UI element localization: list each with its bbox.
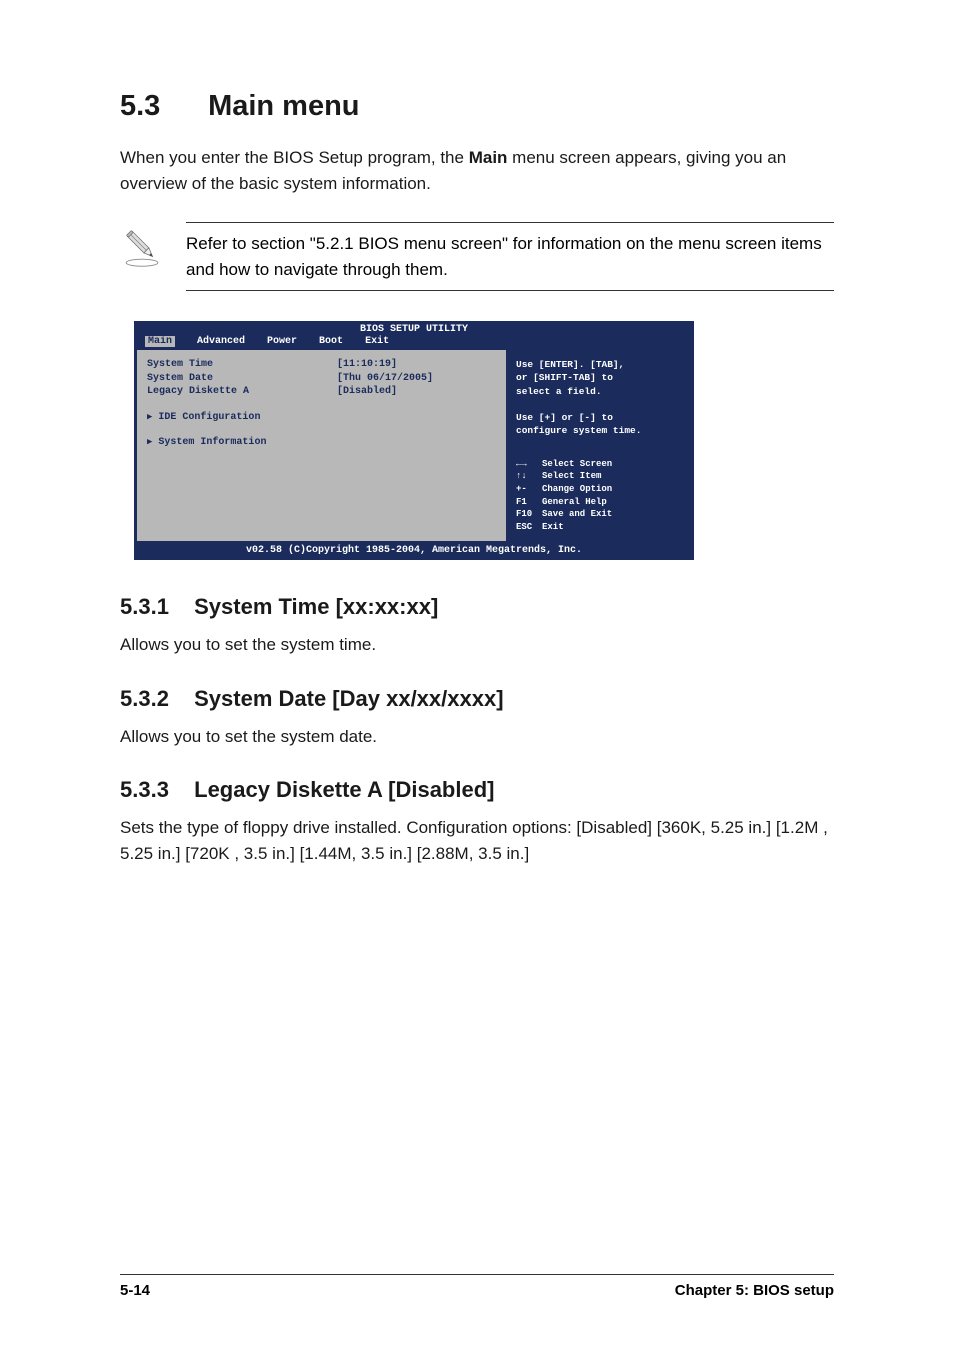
bios-help-bottom: ←→ Select Screen ↑↓ Select Item +- Change O… [516, 458, 681, 534]
bios-value: [Disabled] [337, 385, 496, 399]
bios-label: System Time [147, 358, 337, 372]
help-line [516, 398, 681, 411]
subheading-system-time: 5.3.1 System Time [xx:xx:xx] [120, 594, 834, 620]
key-label: F1 [516, 496, 538, 509]
section-number: 5.3 [120, 90, 200, 123]
subsection-number: 5.3.2 [120, 686, 188, 712]
bios-screen: BIOS SETUP UTILITY Main Advanced Power B… [134, 321, 694, 560]
bios-body: System Time [11:10:19] System Date [Thu … [135, 350, 693, 543]
section-title: Main menu [208, 90, 359, 122]
subsection-body: Allows you to set the system date. [120, 724, 834, 750]
bios-menu-main[interactable]: Main [145, 336, 175, 347]
note-text: Refer to section "5.2.1 BIOS menu screen… [186, 222, 834, 291]
bios-help-panel: Use [ENTER]. [TAB], or [SHIFT-TAB] to se… [506, 350, 691, 541]
subsection-body: Allows you to set the system time. [120, 632, 834, 658]
key-label: ↑↓ [516, 470, 538, 483]
help-line: configure system time. [516, 424, 681, 437]
subsection-title: System Time [xx:xx:xx] [194, 594, 438, 619]
key-action: Select Item [542, 470, 601, 483]
pencil-icon [120, 224, 164, 273]
help-key-row: ↑↓ Select Item [516, 470, 681, 483]
subsection-title: Legacy Diskette A [Disabled] [194, 777, 494, 802]
bios-value: [Thu 06/17/2005] [337, 372, 496, 386]
help-line: select a field. [516, 385, 681, 398]
bios-row-legacy-diskette[interactable]: Legacy Diskette A [Disabled] [147, 385, 496, 399]
help-key-row: ESC Exit [516, 521, 681, 534]
intro-boldword: Main [469, 148, 508, 167]
subsection-number: 5.3.1 [120, 594, 188, 620]
help-line: Use [ENTER]. [TAB], [516, 358, 681, 371]
bios-menubar: Main Advanced Power Boot Exit [135, 335, 693, 350]
bios-sub-system-information[interactable]: ▶ System Information [147, 436, 496, 450]
subheading-system-date: 5.3.2 System Date [Day xx/xx/xxxx] [120, 686, 834, 712]
main-heading: 5.3 Main menu [120, 90, 834, 123]
bios-menu-advanced[interactable]: Advanced [197, 336, 245, 347]
bios-footer: v02.58 (C)Copyright 1985-2004, American … [135, 543, 693, 559]
subsection-title: System Date [Day xx/xx/xxxx] [194, 686, 503, 711]
key-action: Exit [542, 521, 564, 534]
help-line: or [SHIFT-TAB] to [516, 371, 681, 384]
key-action: Change Option [542, 483, 612, 496]
bios-row-system-time[interactable]: System Time [11:10:19] [147, 358, 496, 372]
bios-left-panel: System Time [11:10:19] System Date [Thu … [137, 350, 506, 541]
help-key-row: F1 General Help [516, 496, 681, 509]
bios-sub-ide-configuration[interactable]: ▶ IDE Configuration [147, 411, 496, 425]
bios-sub-label: IDE Configuration [158, 411, 260, 425]
note-box: Refer to section "5.2.1 BIOS menu screen… [120, 218, 834, 295]
bios-row-system-date[interactable]: System Date [Thu 06/17/2005] [147, 372, 496, 386]
triangle-right-icon: ▶ [147, 411, 152, 423]
key-action: Save and Exit [542, 508, 612, 521]
bios-title: BIOS SETUP UTILITY [135, 322, 693, 335]
help-line: Use [+] or [-] to [516, 411, 681, 424]
help-key-row: ←→ Select Screen [516, 458, 681, 471]
subsection-body: Sets the type of floppy drive installed.… [120, 815, 834, 866]
key-label: ←→ [516, 458, 538, 471]
bios-value: [11:10:19] [337, 358, 496, 372]
help-key-row: +- Change Option [516, 483, 681, 496]
bios-menu-boot[interactable]: Boot [319, 336, 343, 347]
intro-prefix: When you enter the BIOS Setup program, t… [120, 148, 469, 167]
help-key-row: F10 Save and Exit [516, 508, 681, 521]
bios-sub-label: System Information [158, 436, 266, 450]
key-label: F10 [516, 508, 538, 521]
chapter-label: Chapter 5: BIOS setup [675, 1282, 834, 1299]
page-footer: 5-14 Chapter 5: BIOS setup [120, 1274, 834, 1299]
bios-label: System Date [147, 372, 337, 386]
intro-paragraph: When you enter the BIOS Setup program, t… [120, 145, 834, 196]
bios-help-top: Use [ENTER]. [TAB], or [SHIFT-TAB] to se… [516, 358, 681, 438]
bios-label: Legacy Diskette A [147, 385, 337, 399]
triangle-right-icon: ▶ [147, 436, 152, 448]
subheading-legacy-diskette: 5.3.3 Legacy Diskette A [Disabled] [120, 777, 834, 803]
key-label: +- [516, 483, 538, 496]
key-label: ESC [516, 521, 538, 534]
bios-menu-exit[interactable]: Exit [365, 336, 389, 347]
subsection-number: 5.3.3 [120, 777, 188, 803]
bios-menu-power[interactable]: Power [267, 336, 297, 347]
page-number: 5-14 [120, 1282, 150, 1299]
key-action: Select Screen [542, 458, 612, 471]
key-action: General Help [542, 496, 607, 509]
